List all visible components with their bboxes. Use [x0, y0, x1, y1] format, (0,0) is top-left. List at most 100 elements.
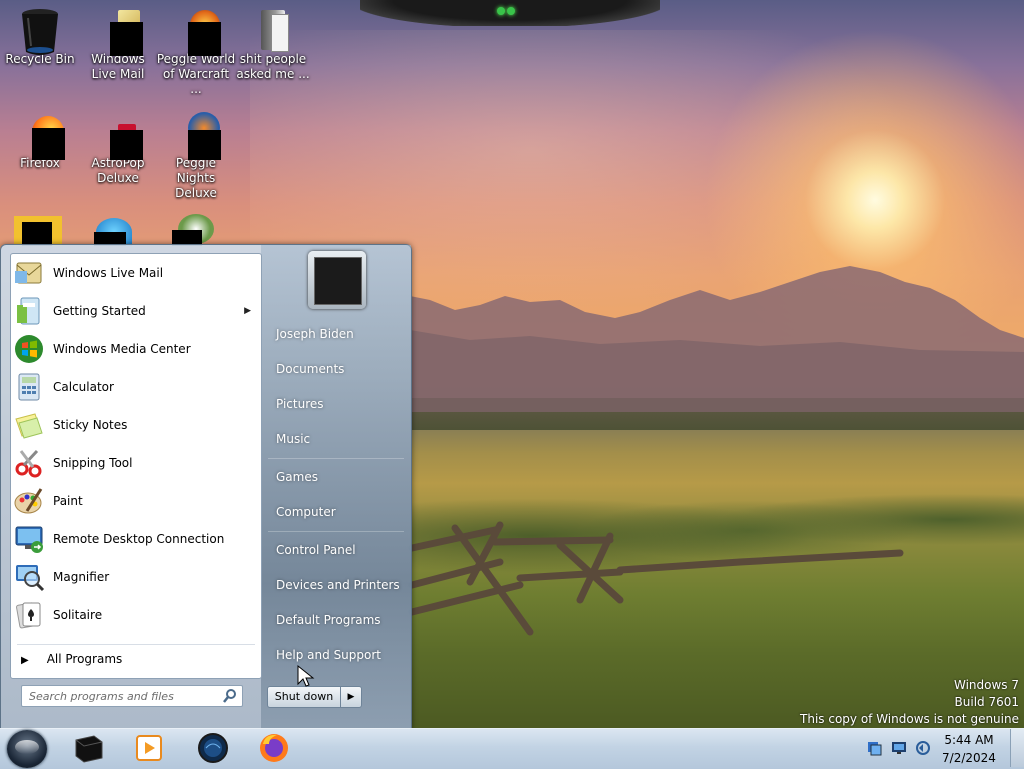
- program-getting-started[interactable]: Getting Started ▶: [11, 292, 261, 330]
- getting-started-icon: [13, 295, 45, 327]
- windows-media-center-icon: [13, 333, 45, 365]
- windows-live-mail-icon: [13, 257, 45, 289]
- program-label: Windows Live Mail: [53, 266, 164, 280]
- program-label: Solitaire: [53, 608, 103, 622]
- calculator-icon: [13, 371, 45, 403]
- program-label: Magnifier: [53, 570, 110, 584]
- desktop-icon-peggle-wow[interactable]: Peggle World of Warcraft ...: [156, 0, 236, 97]
- start-search-box[interactable]: [21, 685, 243, 707]
- gadget-indicator-icon: [497, 4, 527, 18]
- desktop-icon-label: Windows Live Mail: [91, 52, 145, 81]
- volume-tray-icon[interactable]: [915, 740, 931, 756]
- program-solitaire[interactable]: Solitaire: [11, 596, 261, 634]
- folder-icon: [251, 6, 295, 52]
- media-player-icon: [136, 735, 162, 761]
- start-link-user[interactable]: Joseph Biden: [276, 327, 354, 341]
- mouse-cursor-icon: [297, 664, 315, 687]
- desktop-icon-astropop[interactable]: AstroPop Deluxe: [78, 104, 158, 186]
- taskbar-clock[interactable]: 5:44 AM 7/2/2024: [936, 731, 1002, 767]
- all-programs-label: All Programs: [46, 652, 123, 666]
- astropop-icon: [96, 110, 143, 160]
- start-link-music[interactable]: Music: [276, 432, 310, 446]
- start-link-games[interactable]: Games: [276, 470, 318, 484]
- user-avatar[interactable]: [308, 251, 366, 309]
- start-link-default-programs[interactable]: Default Programs: [276, 613, 381, 627]
- desktop-icon-partial-globe[interactable]: [94, 218, 134, 246]
- shutdown-button[interactable]: Shut down: [267, 686, 341, 708]
- user-avatar-image: [314, 257, 362, 305]
- start-link-control-panel[interactable]: Control Panel: [276, 543, 356, 557]
- start-link-documents[interactable]: Documents: [276, 362, 344, 376]
- program-list-divider: [17, 644, 255, 645]
- all-programs-button[interactable]: ▶ All Programs: [21, 652, 122, 666]
- network-tray-icon[interactable]: [866, 740, 882, 756]
- program-calculator[interactable]: Calculator: [11, 368, 261, 406]
- taskbar-pinned-globe-app[interactable]: [194, 730, 232, 766]
- desktop-icon-label: Peggle Nights Deluxe: [175, 156, 217, 200]
- program-windows-media-center[interactable]: Windows Media Center: [11, 330, 261, 368]
- program-label: Remote Desktop Connection: [53, 532, 225, 546]
- start-menu-program-list: Windows Live Mail Getting Started ▶ Wind…: [10, 253, 262, 679]
- program-label: Paint: [53, 494, 83, 508]
- program-remote-desktop-connection[interactable]: Remote Desktop Connection: [11, 520, 261, 558]
- solitaire-icon: [13, 599, 45, 631]
- clock-time: 5:44 AM: [944, 733, 994, 747]
- program-label: Sticky Notes: [53, 418, 128, 432]
- program-label: Snipping Tool: [53, 456, 133, 470]
- start-link-help-support[interactable]: Help and Support: [276, 648, 381, 662]
- firefox-icon: [260, 734, 288, 762]
- snipping-tool-icon: [13, 447, 45, 479]
- taskbar-pinned-media-player[interactable]: [130, 730, 168, 766]
- globe-app-icon: [198, 733, 228, 763]
- desktop-icon-label: Peggle World of Warcraft ...: [156, 52, 236, 96]
- submenu-arrow-icon: ▶: [244, 306, 251, 316]
- recycle-bin-icon: [18, 6, 62, 55]
- clock-date: 7/2/2024: [942, 751, 996, 765]
- desktop-icon-partial-yellow[interactable]: [14, 216, 62, 246]
- magnifier-icon: [13, 561, 45, 593]
- watermark-genuine-notice: This copy of Windows is not genuine: [800, 712, 1019, 726]
- watermark-build: Build 7601: [954, 695, 1019, 709]
- program-magnifier[interactable]: Magnifier: [11, 558, 261, 596]
- remote-desktop-icon: [13, 523, 45, 555]
- desktop-icon-label: shit people asked me ...: [236, 52, 310, 81]
- black-app-icon: [75, 735, 103, 763]
- paint-icon: [13, 485, 45, 517]
- display-tray-icon[interactable]: [891, 740, 907, 756]
- desktop-icon-windows-live-mail[interactable]: Windows Live Mail: [78, 0, 158, 82]
- desktop-icon-partial-flower[interactable]: [172, 214, 220, 246]
- chevron-right-icon: ▶: [347, 692, 355, 702]
- firefox-icon: [18, 110, 65, 160]
- program-label: Windows Media Center: [53, 342, 191, 356]
- start-link-pictures[interactable]: Pictures: [276, 397, 324, 411]
- taskbar-pinned-black-app[interactable]: [70, 730, 108, 766]
- program-paint[interactable]: Paint: [11, 482, 261, 520]
- program-label: Calculator: [53, 380, 114, 394]
- desktop-icon-peggle-nights[interactable]: Peggle Nights Deluxe: [156, 104, 236, 201]
- start-link-devices-printers[interactable]: Devices and Printers: [276, 578, 400, 592]
- shutdown-options-button[interactable]: ▶: [340, 686, 362, 708]
- start-button[interactable]: [7, 730, 47, 768]
- taskbar-pinned-firefox[interactable]: [255, 730, 293, 766]
- show-desktop-button[interactable]: [1010, 729, 1024, 767]
- sticky-notes-icon: [13, 409, 45, 441]
- program-snipping-tool[interactable]: Snipping Tool: [11, 444, 261, 482]
- windows-watermark: Windows 7 Build 7601 This copy of Window…: [800, 677, 1019, 728]
- windows-live-mail-icon: [96, 6, 143, 56]
- desktop-icon-firefox[interactable]: Firefox: [0, 104, 80, 171]
- search-input[interactable]: [27, 686, 221, 706]
- peggle-wow-icon: [174, 6, 221, 56]
- program-sticky-notes[interactable]: Sticky Notes: [11, 406, 261, 444]
- links-divider: [268, 531, 404, 532]
- desktop-icon-recycle-bin[interactable]: Recycle Bin: [0, 0, 80, 67]
- desktop-icon-label: AstroPop Deluxe: [91, 156, 145, 185]
- watermark-os: Windows 7: [953, 678, 1019, 692]
- links-divider: [268, 458, 404, 459]
- peggle-nights-icon: [174, 110, 221, 160]
- start-link-computer[interactable]: Computer: [276, 505, 336, 519]
- search-icon[interactable]: [222, 688, 238, 704]
- program-label: Getting Started: [53, 304, 146, 318]
- all-programs-arrow-icon: ▶: [21, 655, 29, 666]
- desktop-icon-folder[interactable]: shit people asked me ...: [233, 0, 313, 82]
- program-windows-live-mail[interactable]: Windows Live Mail: [11, 254, 261, 292]
